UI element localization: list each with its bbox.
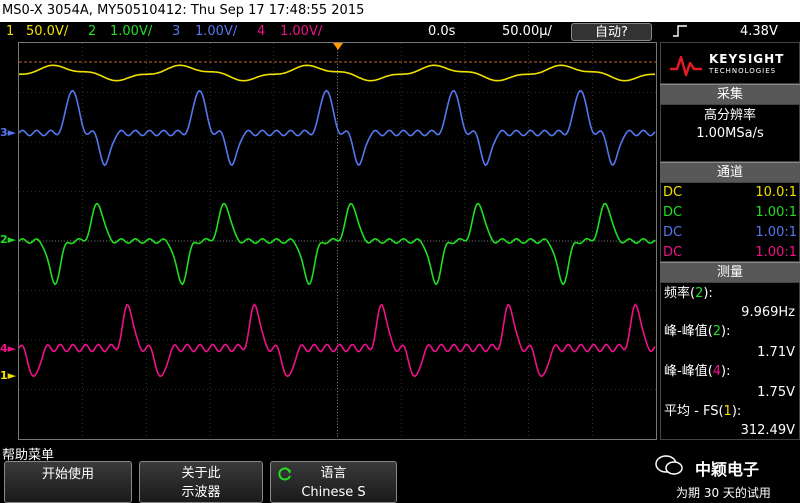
language-softkey[interactable]: 语言 Chinese S bbox=[270, 461, 397, 503]
trial-notice: 为期 30 天的试用 bbox=[676, 486, 771, 500]
ch3-ground-marker[interactable]: 3► bbox=[0, 126, 16, 139]
channel-row: DC 1.00:1 bbox=[663, 225, 797, 240]
measure-header: 测量 bbox=[660, 262, 800, 282]
ch4-scale[interactable]: 1.00V/ bbox=[280, 22, 322, 42]
ch4-ground-marker[interactable]: 4► bbox=[0, 342, 16, 355]
ch2-trace bbox=[19, 202, 656, 286]
ch3-number[interactable]: 3 bbox=[172, 22, 180, 42]
acquire-header: 采集 bbox=[660, 84, 800, 104]
window-title: MS0-X 3054A, MY50510412: Thu Sep 17 17:4… bbox=[2, 3, 365, 18]
wechat-icon bbox=[655, 454, 683, 475]
channel-row: DC 1.00:1 bbox=[663, 205, 797, 220]
trigger-position-marker bbox=[333, 43, 343, 50]
measure-label: 平均 - FS(1): bbox=[664, 404, 742, 419]
ch1-trace bbox=[19, 64, 655, 82]
time-offset[interactable]: 0.0s bbox=[428, 22, 455, 42]
waveform-display[interactable] bbox=[18, 42, 657, 440]
ch1-number[interactable]: 1 bbox=[6, 22, 14, 42]
measure-label: 频率(2): bbox=[664, 286, 713, 301]
ch2-scale[interactable]: 1.00V/ bbox=[110, 22, 152, 42]
keysight-wave-icon bbox=[670, 55, 702, 77]
ch3-trace bbox=[19, 89, 656, 167]
brand-sub: TECHNOLOGIES bbox=[709, 67, 777, 75]
measure-value: 312.49V bbox=[740, 423, 795, 438]
trigger-mode-button[interactable]: 自动? bbox=[571, 23, 652, 41]
sample-rate: 1.00MSa/s bbox=[696, 126, 764, 141]
measure-section[interactable]: 频率(2): 9.969Hz 峰-峰值(2): 1.71V 峰-峰值(4): 1… bbox=[660, 282, 800, 440]
measure-label: 峰-峰值(2): bbox=[664, 324, 731, 339]
status-bar: 1 50.0V/ 2 1.00V/ 3 1.00V/ 4 1.00V/ 0.0s… bbox=[0, 22, 800, 42]
channel-row: DC 10.0:1 bbox=[663, 185, 797, 200]
measure-value: 1.71V bbox=[757, 345, 795, 360]
softkey-label: 开始使用 bbox=[41, 467, 94, 482]
ch1-ground-marker[interactable]: 1► bbox=[0, 369, 16, 382]
title-bar: MS0-X 3054A, MY50510412: Thu Sep 17 17:4… bbox=[0, 0, 800, 22]
brand-name: KEYSIGHT bbox=[709, 52, 785, 66]
measure-value: 1.75V bbox=[757, 385, 795, 400]
rotate-knob-icon bbox=[277, 466, 293, 488]
acquire-section[interactable]: 高分辨率 1.00MSa/s bbox=[660, 104, 800, 162]
ch1-scale[interactable]: 50.0V/ bbox=[26, 22, 68, 42]
acquire-mode: 高分辨率 bbox=[703, 108, 756, 123]
channel-row: DC 1.00:1 bbox=[663, 245, 797, 260]
ch3-scale[interactable]: 1.00V/ bbox=[195, 22, 237, 42]
ch2-ground-marker[interactable]: 2► bbox=[0, 233, 16, 246]
getting-started-softkey[interactable]: 开始使用 bbox=[4, 461, 132, 503]
keysight-logo: KEYSIGHT TECHNOLOGIES bbox=[660, 42, 800, 84]
measure-label: 峰-峰值(4): bbox=[664, 364, 731, 379]
time-scale[interactable]: 50.00µ/ bbox=[502, 22, 552, 42]
softkey-label: 示波器 bbox=[181, 485, 221, 500]
watermark-name: 中颖电子 bbox=[695, 460, 760, 479]
ch4-trace bbox=[19, 303, 656, 378]
softkey-label: 关于此 bbox=[181, 466, 221, 481]
channels-header: 通道 bbox=[660, 162, 800, 182]
ch2-number[interactable]: 2 bbox=[88, 22, 96, 42]
about-scope-softkey[interactable]: 关于此 示波器 bbox=[139, 461, 263, 503]
measure-value: 9.969Hz bbox=[741, 305, 795, 320]
trigger-level[interactable]: 4.38V bbox=[740, 22, 778, 42]
channels-section[interactable]: DC 10.0:1 DC 1.00:1 DC 1.00:1 DC 1.00:1 bbox=[660, 182, 800, 262]
ch4-number[interactable]: 4 bbox=[257, 22, 265, 42]
